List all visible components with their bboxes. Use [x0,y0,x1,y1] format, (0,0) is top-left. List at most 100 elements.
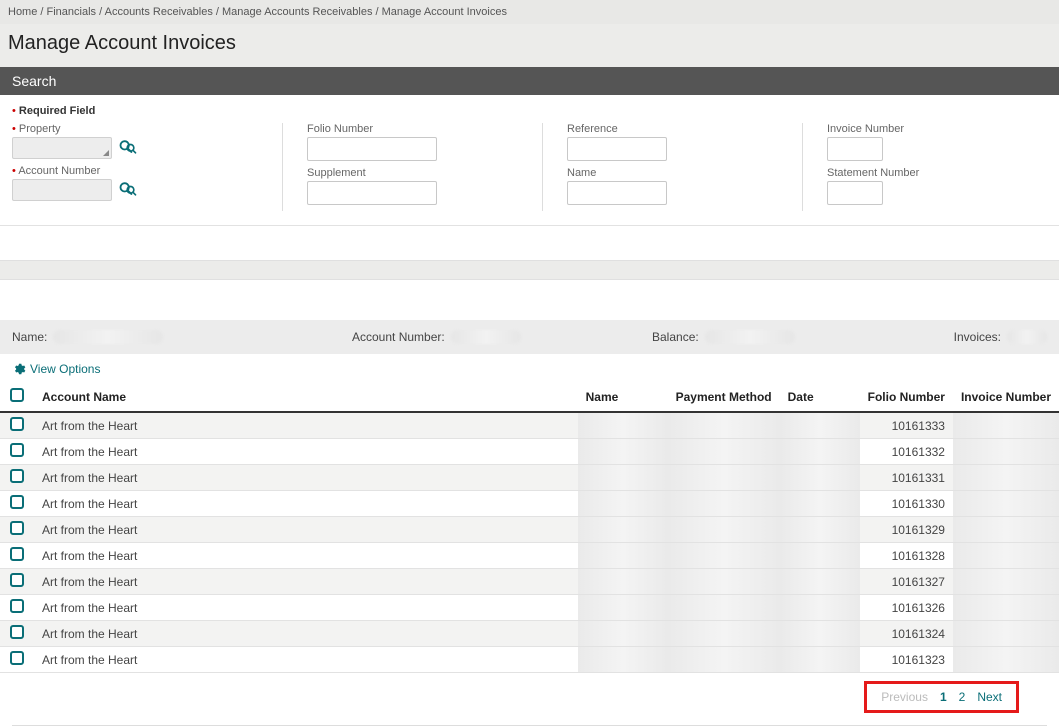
table-row[interactable]: Art from the Heart10161332 [0,439,1059,465]
cell-name [578,491,668,517]
cell-name [578,595,668,621]
cell-folio-number: 10161324 [860,621,953,647]
breadcrumb-current: Manage Account Invoices [382,6,507,18]
col-account-name[interactable]: Account Name [34,382,334,412]
property-label: • Property [12,123,242,135]
row-checkbox[interactable] [10,625,24,639]
cell-folio-number: 10161329 [860,517,953,543]
folio-number-label: Folio Number [307,123,502,135]
account-number-label: • Account Number [12,165,242,177]
cell-folio-number: 10161332 [860,439,953,465]
cell-date [780,595,860,621]
cell-invoice-number [953,621,1059,647]
page-title: Manage Account Invoices [8,32,1051,55]
gear-icon [12,362,26,376]
cell-invoice-number [953,595,1059,621]
cell-account-name: Art from the Heart [34,647,334,673]
view-options-link[interactable]: View Options [0,354,1059,382]
breadcrumb: Home / Financials / Accounts Receivables… [0,0,1059,24]
summary-invoices-label: Invoices: [954,330,1001,344]
summary-invoices-value [1007,330,1047,344]
row-checkbox[interactable] [10,547,24,561]
row-checkbox[interactable] [10,573,24,587]
cell-date [780,491,860,517]
table-row[interactable]: Art from the Heart10161327 [0,569,1059,595]
table-row[interactable]: Art from the Heart10161331 [0,465,1059,491]
page-title-bar: Manage Account Invoices [0,24,1059,67]
table-row[interactable]: Art from the Heart10161330 [0,491,1059,517]
cell-date [780,439,860,465]
col-payment-method[interactable]: Payment Method [668,382,780,412]
view-options-label: View Options [30,362,100,376]
cell-name [578,517,668,543]
required-field-note: • Required Field [12,105,1047,117]
table-row[interactable]: Art from the Heart10161333 [0,412,1059,439]
property-search-icon[interactable] [118,138,138,159]
cell-payment-method [668,517,780,543]
cell-account-name: Art from the Heart [34,595,334,621]
statement-number-input[interactable] [827,181,883,205]
summary-balance-value [705,330,795,344]
cell-name [578,569,668,595]
supplement-input[interactable] [307,181,437,205]
table-row[interactable]: Art from the Heart10161328 [0,543,1059,569]
pagination: Previous 1 2 Next [864,681,1019,713]
statement-number-label: Statement Number [827,167,982,179]
cell-payment-method [668,569,780,595]
cell-name [578,543,668,569]
breadcrumb-home[interactable]: Home [8,6,37,18]
cell-invoice-number [953,465,1059,491]
cell-invoice-number [953,412,1059,439]
cell-invoice-number [953,569,1059,595]
row-checkbox[interactable] [10,521,24,535]
name-input[interactable] [567,181,667,205]
folio-number-input[interactable] [307,137,437,161]
cell-account-name: Art from the Heart [34,412,334,439]
cell-folio-number: 10161328 [860,543,953,569]
name-label: Name [567,167,762,179]
cell-payment-method [668,621,780,647]
row-checkbox[interactable] [10,443,24,457]
cell-payment-method [668,439,780,465]
cell-name [578,412,668,439]
table-row[interactable]: Art from the Heart10161329 [0,517,1059,543]
table-row[interactable]: Art from the Heart10161324 [0,621,1059,647]
select-all-checkbox[interactable] [10,388,24,402]
summary-balance-label: Balance: [652,330,699,344]
summary-bar: Name: Account Number: Balance: Invoices: [0,320,1059,354]
pager-page-2[interactable]: 2 [959,690,966,704]
col-name[interactable]: Name [578,382,668,412]
row-checkbox[interactable] [10,469,24,483]
pager-next[interactable]: Next [977,690,1002,704]
cell-folio-number: 10161323 [860,647,953,673]
search-panel-header: Search [0,67,1059,95]
summary-account-value [451,330,521,344]
cell-invoice-number [953,543,1059,569]
table-row[interactable]: Art from the Heart 10161326 [0,595,1059,621]
cell-folio-number: 10161326 [860,595,953,621]
account-number-input[interactable] [12,179,112,201]
cell-name [578,647,668,673]
property-input[interactable] [12,137,112,159]
reference-input[interactable] [567,137,667,161]
breadcrumb-financials[interactable]: Financials [47,6,97,18]
pager-page-1[interactable]: 1 [940,690,947,704]
row-checkbox[interactable] [10,417,24,431]
col-date[interactable]: Date [780,382,860,412]
table-row[interactable]: Art from the Heart 10161323 [0,647,1059,673]
summary-name-value [53,330,163,344]
col-invoice-number[interactable]: Invoice Number [953,382,1059,412]
row-checkbox[interactable] [10,495,24,509]
col-folio-number[interactable]: Folio Number [860,382,953,412]
row-checkbox[interactable] [10,651,24,665]
cell-invoice-number [953,647,1059,673]
reference-label: Reference [567,123,762,135]
account-number-search-icon[interactable] [118,180,138,201]
row-checkbox[interactable] [10,599,24,613]
cell-date [780,647,860,673]
breadcrumb-manage-ar[interactable]: Manage Accounts Receivables [222,6,372,18]
cell-date [780,543,860,569]
invoice-number-input[interactable] [827,137,883,161]
breadcrumb-ar[interactable]: Accounts Receivables [105,6,213,18]
supplement-label: Supplement [307,167,502,179]
